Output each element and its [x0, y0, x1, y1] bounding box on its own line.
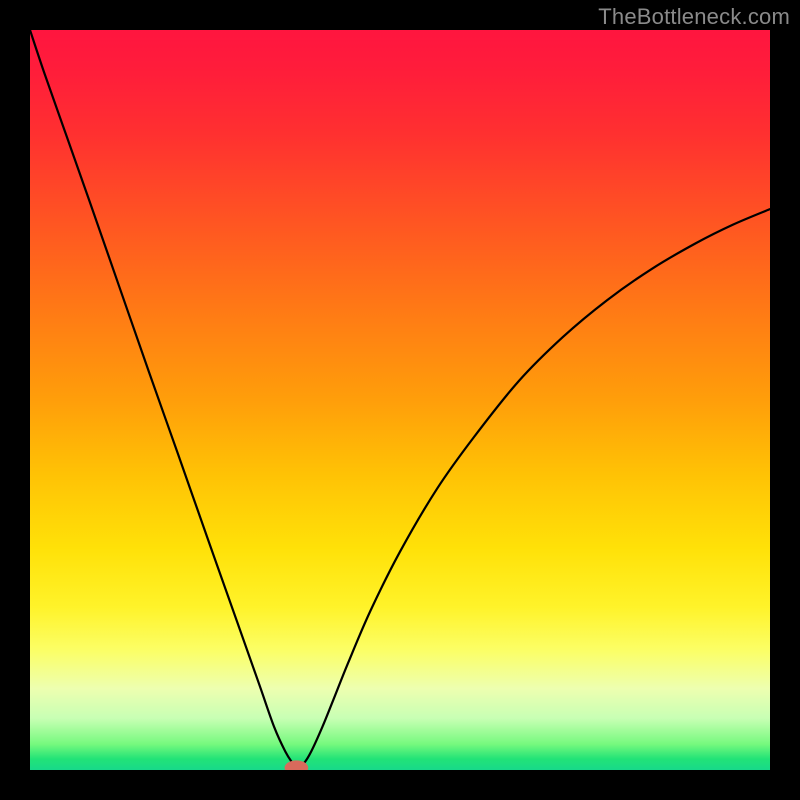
plot-area	[30, 30, 770, 770]
chart-frame: TheBottleneck.com	[0, 0, 800, 800]
watermark-text: TheBottleneck.com	[598, 4, 790, 30]
curve-svg	[30, 30, 770, 770]
bottleneck-curve	[30, 30, 770, 768]
